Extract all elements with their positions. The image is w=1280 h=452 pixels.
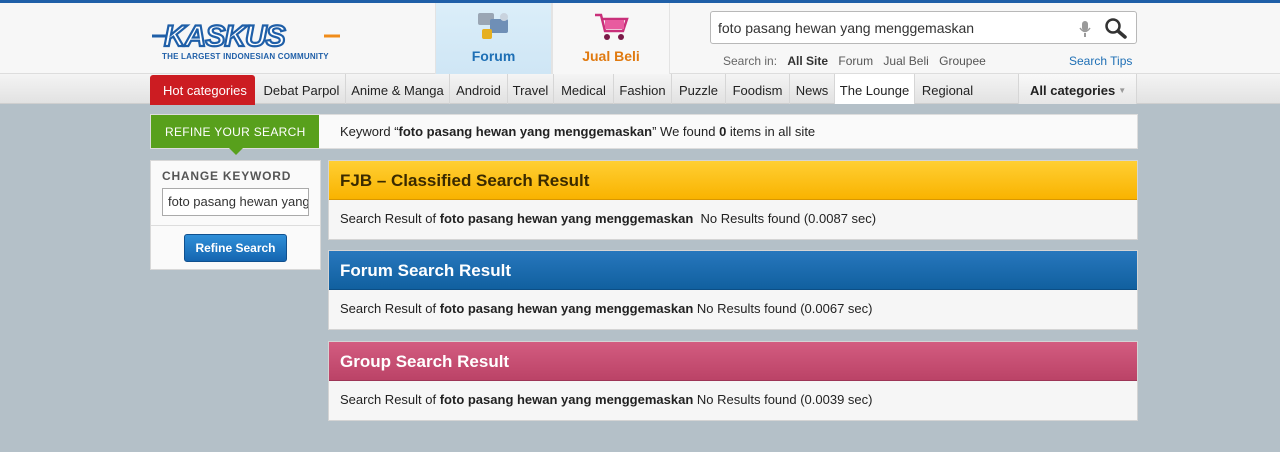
forum-result-text: Search Result of foto pasang hewan yang … <box>340 301 873 316</box>
all-categories-dropdown[interactable]: All categories ▼ <box>1018 74 1137 104</box>
group-result-text: Search Result of foto pasang hewan yang … <box>340 392 873 407</box>
keyword-field[interactable]: foto pasang hewan yang menggemaskan <box>162 188 309 216</box>
fjb-result-panel: FJB – Classified Search Result Search Re… <box>328 160 1138 240</box>
result-prefix: Search Result of <box>340 211 440 226</box>
summary-suffix: items in all site <box>726 124 816 139</box>
result-status: No Results found (0.0087 sec) <box>693 211 877 226</box>
search-option-groupee[interactable]: Groupee <box>939 54 986 68</box>
search-icon[interactable] <box>1104 17 1128 39</box>
summary-prefix: Keyword “ <box>340 124 399 139</box>
search-scope: Search in: All Site Forum Jual Beli Grou… <box>723 54 993 68</box>
search-in-label: Search in: <box>723 54 778 68</box>
nav-item-news[interactable]: News <box>790 74 835 104</box>
result-keyword: foto pasang hewan yang menggemaskan <box>439 211 694 226</box>
search-option-all-site[interactable]: All Site <box>787 54 828 68</box>
result-keyword: foto pasang hewan yang menggemaskan <box>439 392 694 407</box>
result-prefix: Search Result of <box>340 301 440 316</box>
nav-item-the-lounge[interactable]: The Lounge <box>835 74 915 104</box>
summary-mid: ” We found <box>652 124 720 139</box>
nav-item-fashion[interactable]: Fashion <box>614 74 672 104</box>
search-input-value: foto pasang hewan yang menggemaskan <box>718 20 975 36</box>
divider <box>151 225 320 226</box>
refine-your-search-label: REFINE YOUR SEARCH <box>151 115 319 148</box>
group-result-panel: Group Search Result Search Result of fot… <box>328 341 1138 421</box>
nav-item-medical[interactable]: Medical <box>554 74 614 104</box>
tab-forum-label: Forum <box>471 48 516 64</box>
chevron-down-icon: ▼ <box>1118 86 1127 95</box>
hot-categories-tab[interactable]: Hot categories <box>150 75 255 105</box>
all-categories-label: All categories <box>1030 83 1116 98</box>
forum-result-title: Forum Search Result <box>329 251 1137 290</box>
nav-item-puzzle[interactable]: Puzzle <box>672 74 726 104</box>
search-tips-link[interactable]: Search Tips <box>1069 54 1132 68</box>
result-status: No Results found (0.0039 sec) <box>693 392 873 407</box>
search-summary: Keyword “foto pasang hewan yang menggema… <box>340 124 815 139</box>
nav-item-debat-parpol[interactable]: Debat Parpol <box>258 74 346 104</box>
kaskus-logo[interactable]: KASKUS THE LARGEST INDONESIAN COMMUNITY <box>152 21 342 65</box>
nav-item-regional[interactable]: Regional <box>915 74 980 104</box>
tab-forum[interactable]: Forum <box>435 3 552 74</box>
result-prefix: Search Result of <box>340 392 440 407</box>
refine-search-button[interactable]: Refine Search <box>184 234 287 262</box>
nav-item-android[interactable]: Android <box>450 74 508 104</box>
search-input[interactable]: foto pasang hewan yang menggemaskan <box>710 11 1137 44</box>
refine-bar: REFINE YOUR SEARCH Keyword “foto pasang … <box>150 114 1138 155</box>
nav-item-foodism[interactable]: Foodism <box>726 74 790 104</box>
forum-result-panel: Forum Search Result Search Result of fot… <box>328 250 1138 330</box>
result-keyword: foto pasang hewan yang menggemaskan <box>439 301 694 316</box>
microphone-icon[interactable] <box>1078 20 1092 38</box>
nav-item-travel[interactable]: Travel <box>508 74 554 104</box>
fjb-result-title: FJB – Classified Search Result <box>329 161 1137 200</box>
change-keyword-title: CHANGE KEYWORD <box>162 169 292 183</box>
header: KASKUS THE LARGEST INDONESIAN COMMUNITY … <box>0 3 1280 74</box>
nav-item-anime-manga[interactable]: Anime & Manga <box>346 74 450 104</box>
tab-jual-beli[interactable]: Jual Beli <box>552 3 670 74</box>
logo-tagline: THE LARGEST INDONESIAN COMMUNITY <box>162 52 329 61</box>
change-keyword-panel: CHANGE KEYWORD foto pasang hewan yang me… <box>150 160 321 270</box>
result-status: No Results found (0.0067 sec) <box>693 301 873 316</box>
tab-jual-beli-label: Jual Beli <box>582 48 640 64</box>
svg-text:KASKUS: KASKUS <box>164 21 286 51</box>
logo-wordmark: KASKUS <box>152 21 340 51</box>
refine-arrow-icon <box>229 148 243 155</box>
forum-icon <box>477 13 508 39</box>
group-result-title: Group Search Result <box>329 342 1137 381</box>
search-option-forum[interactable]: Forum <box>838 54 873 68</box>
shopping-cart-icon <box>595 13 629 40</box>
search-option-jual-beli[interactable]: Jual Beli <box>883 54 928 68</box>
summary-keyword: foto pasang hewan yang menggemaskan <box>398 124 653 139</box>
category-navbar: Hot categories Debat Parpol Anime & Mang… <box>0 74 1280 105</box>
fjb-result-text: Search Result of foto pasang hewan yang … <box>340 211 876 226</box>
